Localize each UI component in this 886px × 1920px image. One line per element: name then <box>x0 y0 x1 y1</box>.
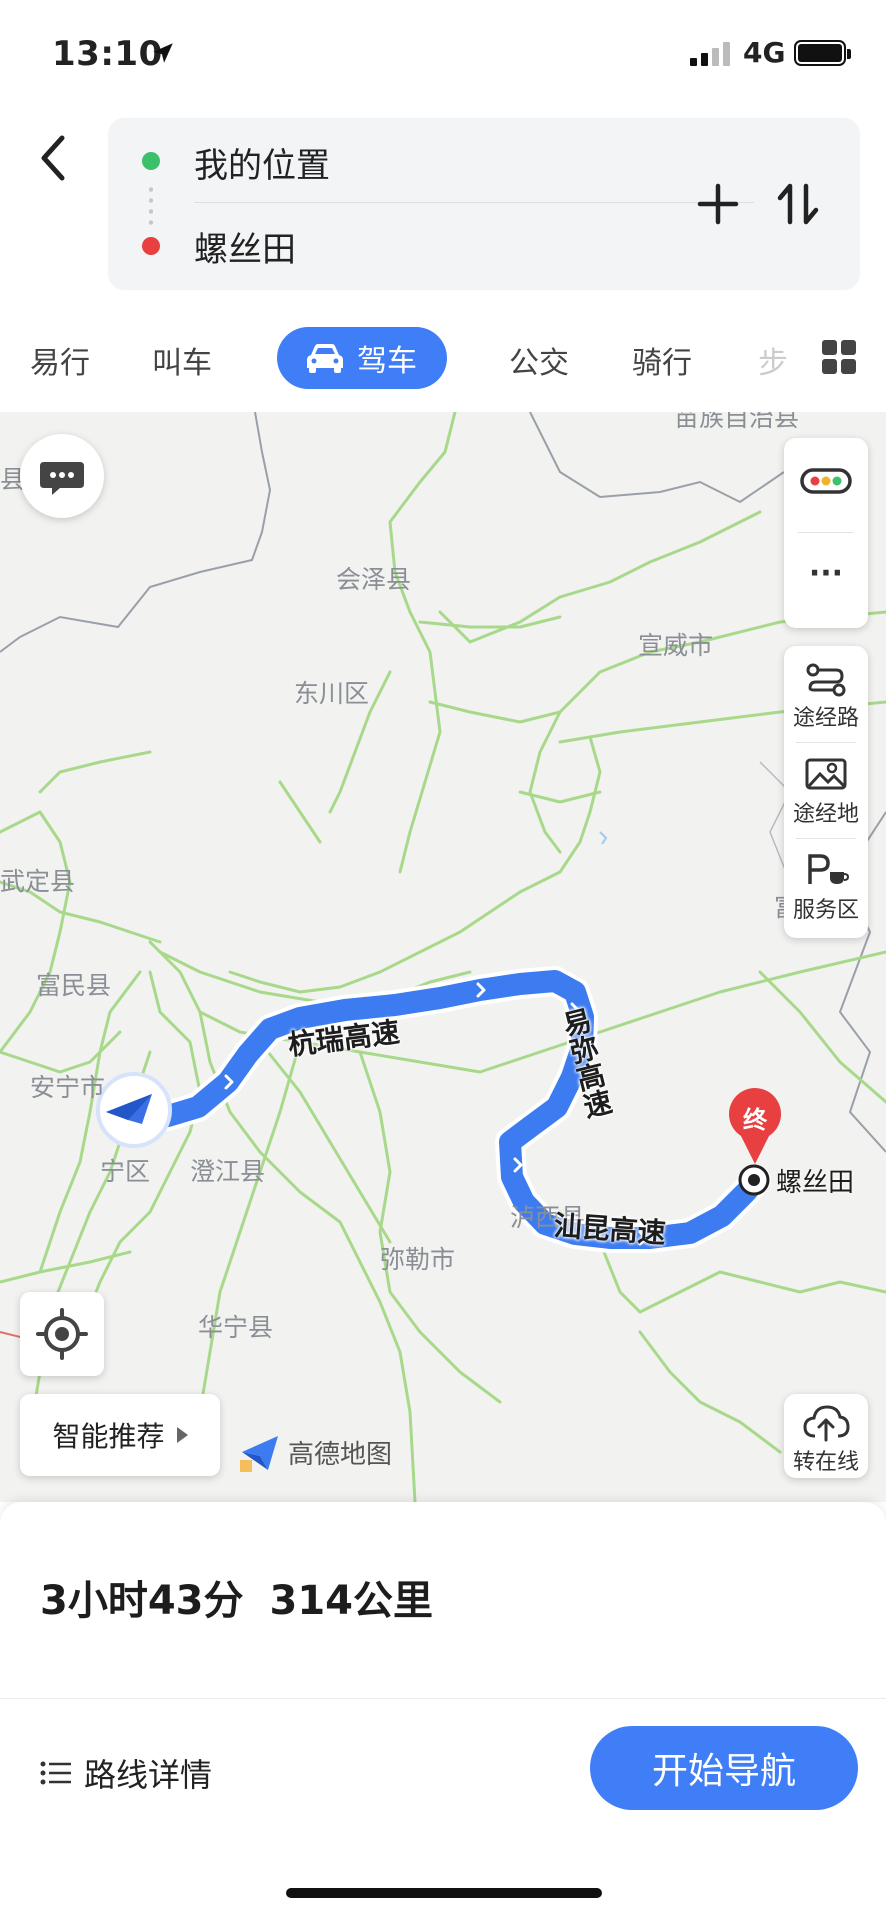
place-label: 宁区 <box>100 1157 151 1186</box>
route-summary[interactable]: 3小时43分 314公里 <box>40 1568 459 1626</box>
map-tools-panel: ··· <box>784 438 868 628</box>
tab-drive-label: 驾车 <box>357 344 417 379</box>
traffic-icon[interactable] <box>799 462 853 502</box>
swap-icon[interactable] <box>768 174 828 234</box>
start-dot-icon <box>142 152 160 170</box>
more-options-button[interactable]: ··· <box>784 556 868 591</box>
place-label: 东川区 <box>294 679 370 708</box>
tab-bus[interactable]: 公交 <box>509 338 569 382</box>
tab-easy-go[interactable]: 易行 <box>30 338 90 382</box>
crosshair-icon <box>36 1308 88 1360</box>
place-label: 会泽县 <box>336 565 412 594</box>
place-label: 澄江县 <box>190 1157 266 1186</box>
destination-field[interactable]: 螺丝田 <box>194 222 296 271</box>
smart-recommend-button[interactable]: 智能推荐 <box>20 1394 220 1476</box>
via-place-button[interactable]: 途经地 <box>784 796 868 828</box>
home-indicator <box>286 1888 602 1898</box>
place-label: 宣威市 <box>638 631 714 660</box>
place-label: 苗族自治县 <box>674 412 800 432</box>
amap-logo-icon <box>240 1436 278 1472</box>
play-triangle-icon <box>176 1427 188 1443</box>
end-dot-icon <box>142 237 160 255</box>
service-area-icon <box>808 854 850 884</box>
via-road-icon <box>806 663 846 697</box>
message-icon <box>40 462 84 495</box>
route-connector <box>149 184 153 228</box>
destination-map-label: 螺丝田 <box>776 1168 855 1198</box>
feedback-button[interactable] <box>20 434 104 518</box>
transport-mode-tabs: 易行 叫车 驾车 公交 骑行 步 <box>0 322 886 412</box>
place-label: 富民县 <box>36 971 112 1000</box>
route-divider <box>194 202 754 203</box>
back-icon[interactable] <box>30 128 78 188</box>
battery-icon <box>794 40 851 66</box>
list-icon <box>40 1761 71 1785</box>
signal-icon <box>690 40 730 66</box>
location-arrow-icon <box>153 43 173 63</box>
route-input-box: 我的位置 螺丝田 <box>108 118 860 290</box>
route-details-label: 路线详情 <box>84 1756 213 1794</box>
place-label: 华宁县 <box>198 1313 274 1342</box>
tab-walk[interactable]: 步 <box>758 338 788 382</box>
add-waypoint-icon[interactable] <box>688 174 748 234</box>
end-marker-text: 终 <box>743 1106 767 1134</box>
route-summary-sheet: 3小时43分 314公里 路线详情 开始导航 <box>0 1502 886 1920</box>
switch-online-button[interactable]: 转在线 <box>784 1394 868 1478</box>
map-base <box>0 412 886 1502</box>
tab-drive[interactable]: 驾车 <box>277 327 447 389</box>
place-label: 武定县 <box>0 867 76 896</box>
via-place-icon <box>805 758 847 790</box>
start-navigation-button[interactable]: 开始导航 <box>590 1726 858 1810</box>
place-label: 安宁市 <box>30 1073 106 1102</box>
more-modes-grid-icon[interactable] <box>822 340 856 374</box>
service-area-button[interactable]: 服务区 <box>784 892 868 924</box>
amap-logo-text: 高德地图 <box>288 1439 393 1470</box>
status-time: 13:10 <box>52 34 163 74</box>
route-details-button[interactable]: 路线详情 <box>40 1750 212 1796</box>
smart-recommend-label: 智能推荐 <box>52 1420 165 1453</box>
car-icon <box>307 344 343 373</box>
status-bar: 13:10 4G <box>0 0 886 110</box>
locate-me-button[interactable] <box>20 1292 104 1376</box>
place-label: 弥勒市 <box>380 1245 456 1274</box>
cloud-icon <box>803 1405 850 1442</box>
route-distance: 314公里 <box>269 1578 434 1624</box>
route-options-panel: 途经路 途经地 服务区 <box>784 646 868 938</box>
route-duration: 3小时43分 <box>40 1578 244 1624</box>
amap-logo: 高德地图 <box>238 1430 392 1474</box>
network-type: 4G <box>743 36 786 69</box>
tab-bike[interactable]: 骑行 <box>632 338 692 382</box>
switch-online-label: 转在线 <box>792 1450 859 1475</box>
road-label: 汕昆高速 <box>552 1209 667 1250</box>
tab-taxi[interactable]: 叫车 <box>152 338 212 382</box>
route-map[interactable]: 县 会泽县 东川区 宣威市 武定县 富民县 安宁市 宁区 澄江县 泸西县 弥勒市… <box>0 412 886 1502</box>
via-road-button[interactable]: 途经路 <box>784 700 868 732</box>
start-location-field[interactable]: 我的位置 <box>194 138 330 187</box>
